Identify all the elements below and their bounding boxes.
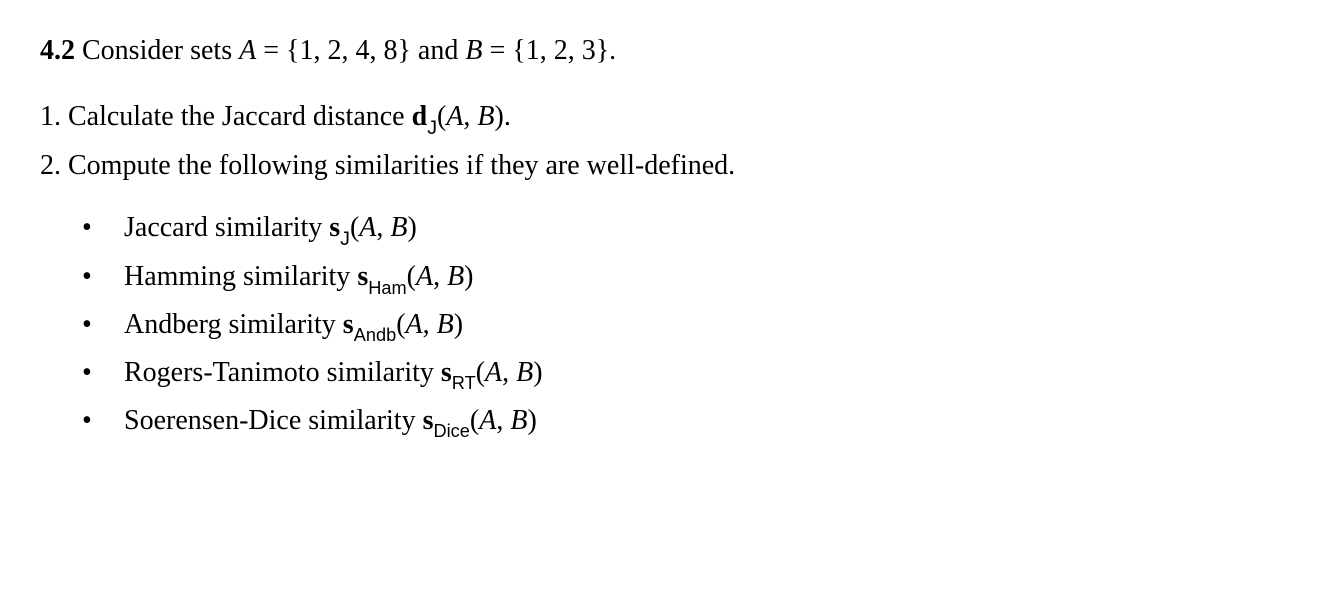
- bullet-label: Jaccard similarity: [124, 212, 329, 243]
- eq-sign-2: =: [482, 35, 512, 66]
- set-B-value: {1, 2, 3}: [512, 35, 609, 66]
- and-text: and: [411, 35, 465, 66]
- set-A-name: A: [239, 35, 256, 66]
- bullet-icon: •: [82, 207, 124, 249]
- similarity-subscript: RT: [452, 373, 476, 393]
- similarity-args: (A, B): [396, 309, 463, 340]
- item-text: Compute the following similarities if th…: [68, 150, 735, 181]
- numbered-list: 1. Calculate the Jaccard distance dJ(A, …: [40, 96, 1302, 187]
- item-number: 2.: [40, 150, 61, 181]
- similarity-symbol: s: [343, 309, 354, 340]
- bullet-label: Rogers-Tanimoto similarity: [124, 357, 441, 388]
- bullet-item-andberg: •Andberg similarity sAndb(A, B): [82, 304, 1302, 348]
- jaccard-distance-args: (A, B): [437, 101, 504, 132]
- bullet-icon: •: [82, 256, 124, 298]
- numbered-item-1: 1. Calculate the Jaccard distance dJ(A, …: [40, 96, 1302, 141]
- similarity-symbol: s: [441, 357, 452, 388]
- jaccard-distance-subscript: J: [427, 117, 437, 139]
- bullet-label: Andberg similarity: [124, 309, 343, 340]
- similarity-args: (A, B): [350, 212, 417, 243]
- problem-number: 4.2: [40, 35, 75, 66]
- bullet-icon: •: [82, 400, 124, 442]
- bullet-list: •Jaccard similarity sJ(A, B) •Hamming si…: [82, 207, 1302, 444]
- bullet-item-jaccard: •Jaccard similarity sJ(A, B): [82, 207, 1302, 252]
- similarity-symbol: s: [423, 405, 434, 436]
- set-A-value: {1, 2, 4, 8}: [286, 35, 411, 66]
- header-period: .: [609, 35, 616, 66]
- similarity-args: (A, B): [476, 357, 543, 388]
- problem-header: 4.2 Consider sets A = {1, 2, 4, 8} and B…: [40, 30, 1302, 72]
- similarity-subscript: J: [340, 228, 350, 250]
- item-period: .: [504, 101, 511, 132]
- bullet-icon: •: [82, 304, 124, 346]
- similarity-args: (A, B): [407, 261, 474, 292]
- item-number: 1.: [40, 101, 61, 132]
- item-text: Calculate the Jaccard distance: [68, 101, 412, 132]
- jaccard-distance-symbol: d: [412, 101, 428, 132]
- bullet-item-hamming: •Hamming similarity sHam(A, B): [82, 256, 1302, 300]
- similarity-args: (A, B): [470, 405, 537, 436]
- set-B-name: B: [465, 35, 482, 66]
- bullet-item-rogers-tanimoto: •Rogers-Tanimoto similarity sRT(A, B): [82, 352, 1302, 396]
- similarity-symbol: s: [329, 212, 340, 243]
- similarity-subscript: Ham: [368, 278, 406, 298]
- bullet-item-soerensen-dice: •Soerensen-Dice similarity sDice(A, B): [82, 400, 1302, 444]
- numbered-item-2: 2. Compute the following similarities if…: [40, 145, 1302, 187]
- bullet-label: Soerensen-Dice similarity: [124, 405, 423, 436]
- bullet-icon: •: [82, 352, 124, 394]
- similarity-subscript: Dice: [434, 421, 470, 441]
- eq-sign-1: =: [256, 35, 286, 66]
- header-text: Consider sets: [82, 35, 239, 66]
- similarity-symbol: s: [357, 261, 368, 292]
- bullet-label: Hamming similarity: [124, 261, 357, 292]
- similarity-subscript: Andb: [354, 325, 396, 345]
